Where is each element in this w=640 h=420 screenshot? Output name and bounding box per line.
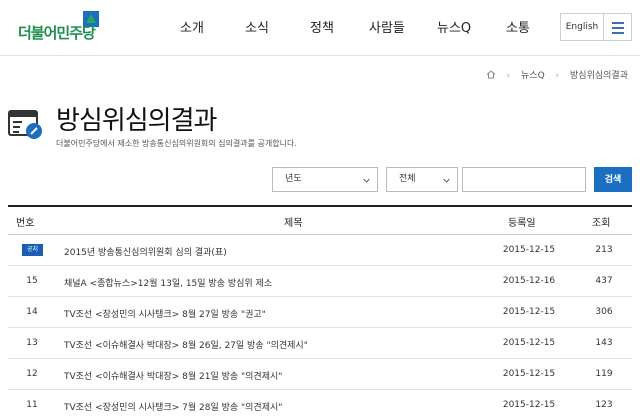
- row-date: 2015-12-15: [502, 307, 556, 317]
- notice-badge: 공지: [22, 244, 43, 256]
- breadcrumb: › 뉴스Q › 방심위심의결과: [486, 68, 628, 81]
- page-title: 방심위심의결과: [56, 106, 217, 136]
- logo-text: 더불어민주당: [18, 24, 96, 42]
- column-header-date: 등록일: [508, 218, 536, 229]
- search-button[interactable]: 검색: [594, 167, 632, 192]
- breadcrumb-item-current: 방심위심의결과: [570, 71, 628, 81]
- menu-icon-bar: [612, 32, 624, 34]
- table-row[interactable]: 공지 2015년 방송통신심의위원회 심의 결과(표) 2015-12-15 2…: [8, 235, 632, 266]
- row-number: 11: [26, 400, 38, 410]
- column-header-number: 번호: [16, 218, 35, 229]
- row-date: 2015-12-15: [502, 400, 556, 410]
- breadcrumb-item-newsq[interactable]: 뉴스Q: [521, 71, 545, 81]
- table-row[interactable]: 11 TV조선 <장성민의 시사탱크> 7월 28일 방송 "의견제시" 201…: [8, 390, 632, 420]
- row-number: 15: [26, 276, 38, 286]
- table-row[interactable]: 15 채널A <종합뉴스>12월 13일, 15일 방송 방심위 제소 2015…: [8, 266, 632, 297]
- row-date: 2015-12-16: [502, 276, 556, 286]
- year-select[interactable]: 년도: [272, 167, 378, 192]
- row-date: 2015-12-15: [502, 369, 556, 379]
- scope-select-value: 전체: [399, 174, 416, 184]
- home-icon[interactable]: [486, 70, 496, 79]
- row-title-link[interactable]: TV조선 <이슈해결사 박대장> 8월 26일, 27일 방송 "의견제시": [64, 338, 308, 351]
- search-input[interactable]: [462, 167, 586, 192]
- nav-item-intro[interactable]: 소개: [180, 17, 204, 36]
- row-title-link[interactable]: TV조선 <이슈해결사 박대장> 8월 21일 방송 "의견제시": [64, 369, 282, 382]
- menu-icon: [612, 22, 624, 24]
- row-date: 2015-12-15: [502, 245, 556, 255]
- row-number: 13: [26, 338, 38, 348]
- english-button[interactable]: English: [560, 13, 604, 41]
- nav-item-communication[interactable]: 소통: [506, 17, 530, 36]
- menu-button[interactable]: [604, 13, 632, 41]
- breadcrumb-separator: ›: [506, 71, 511, 81]
- row-views: 306: [595, 307, 613, 317]
- row-views: 143: [595, 338, 613, 348]
- nav-item-newsq[interactable]: 뉴스Q: [437, 17, 471, 36]
- scope-select[interactable]: 전체: [386, 167, 458, 192]
- board-icon: [8, 110, 42, 139]
- row-views: 213: [595, 245, 613, 255]
- row-title-link[interactable]: 2015년 방송통신심의위원회 심의 결과(표): [64, 245, 227, 258]
- row-views: 437: [595, 276, 613, 286]
- table-header: 번호 제목 등록일 조회: [8, 205, 632, 235]
- site-header: 더불어민주당 소개 소식 정책 사람들 뉴스Q 소통 English: [0, 0, 640, 56]
- row-title-link[interactable]: 채널A <종합뉴스>12월 13일, 15일 방송 방심위 제소: [64, 276, 272, 289]
- table-row[interactable]: 14 TV조선 <장성민의 시사탱크> 8월 27일 방송 "권고" 2015-…: [8, 297, 632, 328]
- menu-icon-bar: [612, 27, 624, 29]
- row-views: 123: [595, 400, 613, 410]
- nav-item-policy[interactable]: 정책: [310, 17, 334, 36]
- row-title-link[interactable]: TV조선 <장성민의 시사탱크> 8월 27일 방송 "권고": [64, 307, 266, 320]
- chevron-down-icon: [363, 178, 370, 183]
- row-number: 14: [26, 307, 38, 317]
- nav-item-people[interactable]: 사람들: [369, 17, 405, 36]
- column-header-title: 제목: [284, 218, 303, 229]
- year-select-value: 년도: [285, 174, 302, 184]
- chevron-down-icon: [443, 178, 450, 183]
- row-number: 12: [26, 369, 38, 379]
- table-row[interactable]: 12 TV조선 <이슈해결사 박대장> 8월 21일 방송 "의견제시" 201…: [8, 359, 632, 390]
- row-title-link[interactable]: TV조선 <장성민의 시사탱크> 7월 28일 방송 "의견제시": [64, 400, 282, 413]
- nav-item-news[interactable]: 소식: [245, 17, 269, 36]
- row-date: 2015-12-15: [502, 338, 556, 348]
- table-row[interactable]: 13 TV조선 <이슈해결사 박대장> 8월 26일, 27일 방송 "의견제시…: [8, 328, 632, 359]
- row-views: 119: [595, 369, 613, 379]
- breadcrumb-separator: ›: [555, 71, 560, 81]
- column-header-views: 조회: [592, 218, 611, 229]
- page-description: 더불어민주당에서 제소한 방송통신심의위원회의 심의결과를 공개합니다.: [56, 139, 297, 148]
